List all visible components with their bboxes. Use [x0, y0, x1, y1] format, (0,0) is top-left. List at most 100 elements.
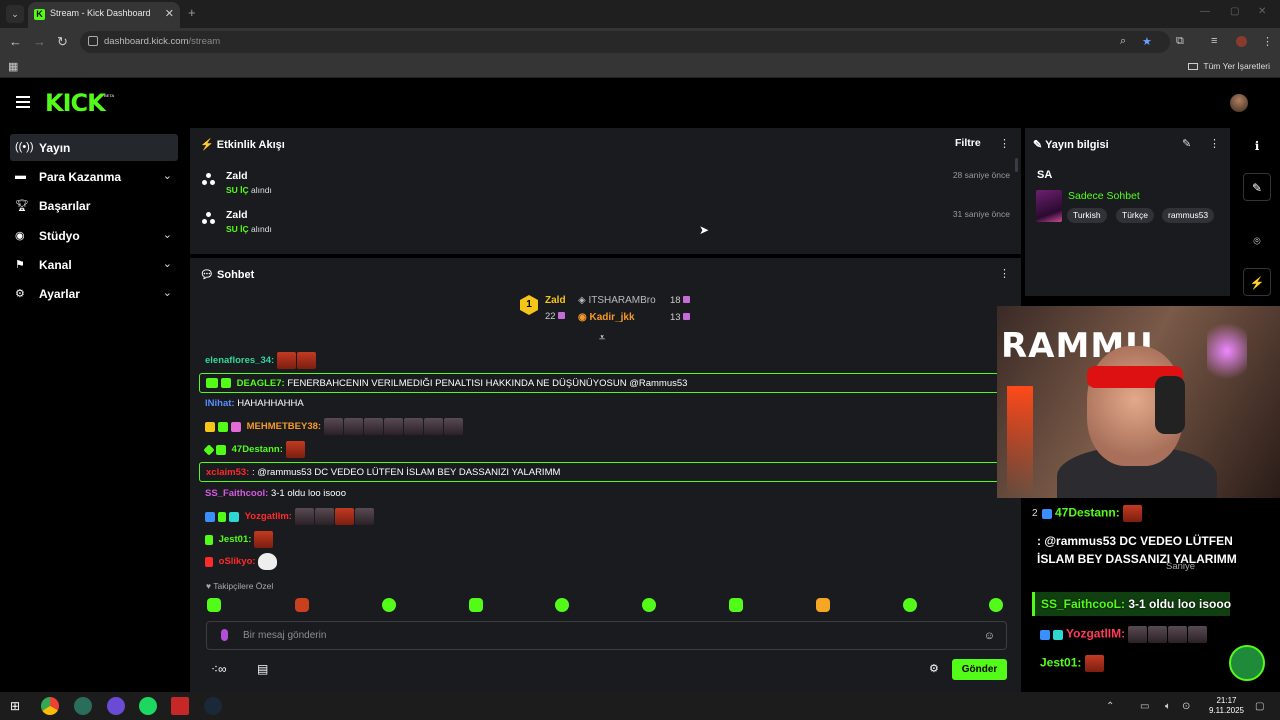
stream-tag[interactable]: rammus53 — [1162, 208, 1215, 223]
emote[interactable] — [555, 598, 569, 612]
apps-grid-icon[interactable]: ▦ — [8, 60, 18, 73]
chat-menu-icon[interactable]: ⋮ — [999, 267, 1010, 280]
emote[interactable] — [382, 598, 396, 612]
emote[interactable] — [729, 598, 743, 612]
emote[interactable] — [314, 508, 334, 525]
address-bar[interactable]: dashboard.kick.com/stream ⌕ ★ — [80, 31, 1170, 53]
emote[interactable] — [276, 352, 296, 369]
emote[interactable] — [295, 598, 309, 612]
emote[interactable] — [334, 508, 354, 525]
chat-username[interactable]: Jest01: — [219, 534, 252, 545]
forward-icon[interactable]: → — [33, 34, 46, 49]
scrollbar[interactable] — [1015, 158, 1018, 172]
emote[interactable] — [383, 418, 403, 435]
emote[interactable] — [254, 531, 274, 548]
chat-username[interactable]: oSlikyo: — [219, 556, 256, 567]
emote[interactable] — [443, 418, 463, 435]
maximize-icon[interactable]: ▢ — [1230, 6, 1239, 17]
reload-icon[interactable]: ↻ — [57, 34, 68, 50]
menu-hamburger-icon[interactable] — [16, 96, 30, 108]
chat-username[interactable]: lNihat: — [205, 398, 235, 409]
tray-arrow-icon[interactable]: ⌃ — [1106, 701, 1114, 712]
notifications-icon[interactable]: ▢ — [1255, 701, 1264, 712]
chrome-icon[interactable] — [41, 697, 59, 715]
camera-icon[interactable]: ⌾ — [1243, 227, 1271, 255]
sidebar-item-kanal[interactable]: ⚑ Kanal ⌄ — [10, 251, 178, 278]
emote[interactable] — [816, 598, 830, 612]
emote[interactable] — [285, 441, 305, 458]
volume-icon[interactable]: 🔈︎ — [1165, 701, 1171, 712]
chat-username[interactable]: MEHMETBEY38: — [247, 421, 321, 432]
stream-category[interactable]: Sadece Sohbet — [1068, 190, 1140, 202]
edit-icon[interactable]: ✎ — [1182, 137, 1191, 150]
chat-username[interactable]: elenaflores_34: — [205, 355, 274, 366]
leader-name[interactable]: ◉ Kadir_jkk — [578, 312, 635, 323]
stream-tag[interactable]: Türkçe — [1116, 208, 1154, 223]
emote[interactable] — [294, 508, 314, 525]
emote[interactable] — [258, 553, 278, 570]
chrome-profile-icon[interactable] — [107, 697, 125, 715]
profile-avatar[interactable] — [1236, 36, 1247, 47]
stream-info-menu-icon[interactable]: ⋮ — [1209, 137, 1220, 150]
emote[interactable] — [323, 418, 343, 435]
event-user[interactable]: Zald — [226, 209, 248, 221]
extensions-icon[interactable]: ⧉ — [1176, 35, 1184, 48]
chat-username[interactable]: xclaim53: — [206, 467, 249, 478]
spotify-icon[interactable] — [139, 697, 157, 715]
emote[interactable] — [343, 418, 363, 435]
back-icon[interactable]: ← — [9, 34, 22, 49]
emote[interactable] — [403, 418, 423, 435]
sidebar-item-ayarlar[interactable]: ⚙ Ayarlar ⌄ — [10, 280, 178, 307]
sidebar-item-studyo[interactable]: ◉ Stüdyo ⌄ — [10, 222, 178, 249]
collapse-leaderboard-icon[interactable]: ⩡ — [599, 332, 605, 345]
emote[interactable] — [423, 418, 443, 435]
emoji-icon[interactable]: ☺ — [984, 630, 995, 642]
rewards-icon[interactable]: ⁖∞ — [211, 662, 227, 676]
stream-tag[interactable]: Turkish — [1067, 208, 1107, 223]
steam-icon[interactable] — [204, 697, 222, 715]
sidebar-item-yayin[interactable]: ((•)) Yayın — [10, 134, 178, 161]
network-icon[interactable]: ▭ — [1140, 701, 1149, 712]
mic-tray-icon[interactable]: ⊙ — [1182, 701, 1190, 712]
system-clock[interactable]: 21:17 9.11.2025 — [1209, 696, 1244, 716]
start-windows-icon[interactable]: ⊞ — [10, 699, 20, 713]
emote[interactable] — [354, 508, 374, 525]
all-bookmarks-button[interactable]: Tüm Yer İşaretleri — [1188, 61, 1270, 71]
emote[interactable] — [469, 598, 483, 612]
browser-tab[interactable]: K Stream - Kick Dashboard ✕ — [28, 2, 180, 28]
emote[interactable] — [642, 598, 656, 612]
chat-username[interactable]: SS_Faithcool: — [205, 488, 268, 499]
store-icon[interactable]: ▤ — [257, 662, 268, 676]
leader-name[interactable]: ◈ ITSHARAMBro — [578, 295, 656, 306]
event-user[interactable]: Zald — [226, 170, 248, 182]
sidebar-item-basarilar[interactable]: 🏆︎ Başarılar — [10, 192, 178, 219]
media-icon[interactable]: ≡ — [1211, 35, 1217, 47]
tab-search-dropdown[interactable]: ⌄ — [6, 5, 24, 23]
emote[interactable] — [296, 352, 316, 369]
emote[interactable] — [363, 418, 383, 435]
whatsapp-icon[interactable] — [74, 697, 92, 715]
edit-rail-icon[interactable]: ✎ — [1243, 173, 1271, 201]
mic-icon[interactable] — [221, 629, 228, 641]
sidebar-item-para-kazanma[interactable]: ▬ Para Kazanma ⌄ — [10, 163, 178, 190]
chat-input[interactable]: Bir mesaj gönderin ☺ — [206, 621, 1007, 650]
leader-name[interactable]: Zald — [545, 295, 566, 306]
new-tab-icon[interactable]: + — [188, 5, 196, 20]
minimize-icon[interactable]: — — [1200, 6, 1210, 17]
quick-actions-icon[interactable]: ⚡ — [1243, 268, 1271, 296]
browser-menu-icon[interactable]: ⋮ — [1262, 35, 1273, 48]
kick-logo[interactable]: KICK — [45, 89, 106, 117]
info-icon[interactable]: ℹ — [1243, 132, 1271, 160]
emote[interactable] — [903, 598, 917, 612]
chat-username[interactable]: Yozgatllm: — [245, 511, 292, 522]
close-tab-icon[interactable]: ✕ — [165, 7, 174, 20]
emote[interactable] — [207, 598, 221, 612]
user-avatar[interactable] — [1230, 94, 1248, 112]
chat-username[interactable]: DEAGLE7: — [237, 378, 285, 389]
send-button[interactable]: Gönder — [952, 659, 1007, 680]
chat-settings-icon[interactable]: ⚙ — [929, 662, 939, 675]
bookmark-star-icon[interactable]: ★ — [1142, 35, 1152, 48]
zoom-icon[interactable]: ⌕ — [1120, 35, 1126, 48]
category-thumbnail[interactable] — [1036, 190, 1062, 222]
close-window-icon[interactable]: ✕ — [1258, 6, 1266, 17]
